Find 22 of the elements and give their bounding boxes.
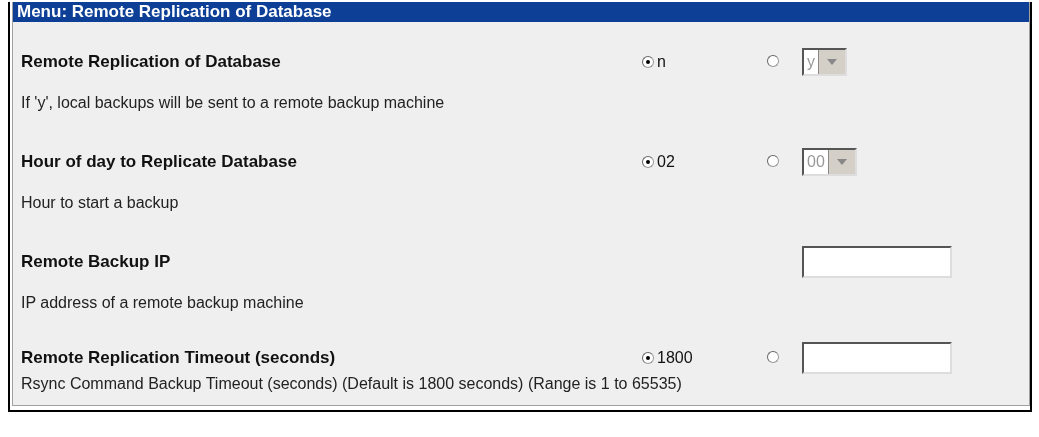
option-label: 02 bbox=[657, 153, 675, 171]
setting-description: IP address of a remote backup machine bbox=[20, 293, 305, 313]
setting-description: If 'y', local backups will be sent to a remote backup machine bbox=[20, 93, 446, 113]
input-field[interactable] bbox=[802, 246, 952, 278]
radio-button[interactable] bbox=[767, 55, 779, 67]
setting-title: Remote Replication Timeout (seconds) bbox=[20, 348, 337, 368]
radio-button[interactable] bbox=[767, 351, 779, 363]
header-title: Menu: Remote Replication of Database bbox=[17, 2, 332, 21]
option-label: 1800 bbox=[657, 349, 693, 367]
option-label: n bbox=[657, 53, 666, 71]
input-field[interactable] bbox=[802, 342, 952, 374]
radio-button[interactable] bbox=[642, 56, 654, 68]
setting-title: Remote Replication of Database bbox=[20, 52, 282, 72]
caret-icon bbox=[818, 50, 845, 74]
setting-description: Hour to start a backup bbox=[20, 193, 180, 213]
setting-description: Rsync Command Backup Timeout (seconds) (Default is 1800 seconds) (Range is 1 to 65535) bbox=[20, 374, 683, 394]
setting-title: Hour of day to Replicate Database bbox=[20, 152, 298, 172]
radio-button[interactable] bbox=[642, 156, 654, 168]
caret-icon bbox=[827, 150, 855, 174]
radio-button[interactable] bbox=[767, 155, 779, 167]
radio-button[interactable] bbox=[642, 352, 654, 364]
setting-title: Remote Backup IP bbox=[20, 252, 172, 272]
